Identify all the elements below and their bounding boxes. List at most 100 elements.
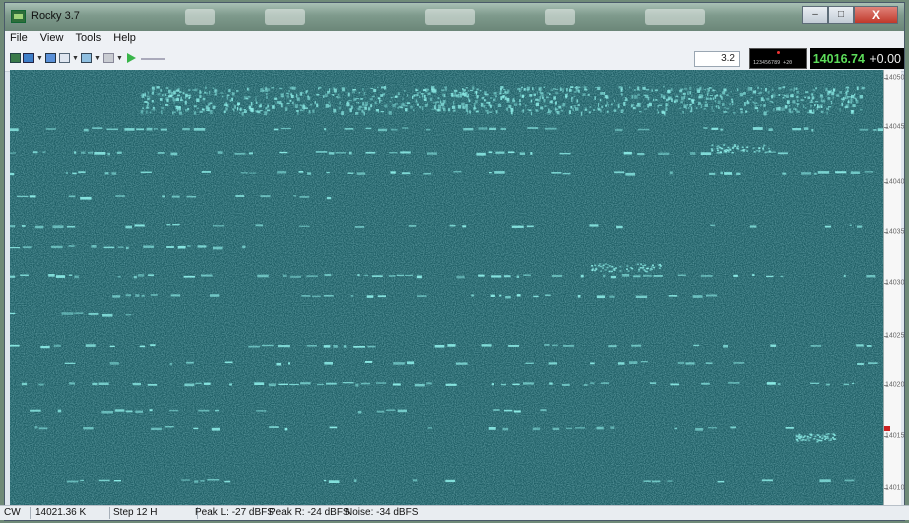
- signal-trace: [153, 128, 159, 130]
- signal-trace: [500, 383, 507, 386]
- start-icon[interactable]: [10, 53, 21, 63]
- filter-icon[interactable]: [103, 53, 114, 63]
- display-icon[interactable]: [59, 53, 70, 63]
- menu-tools[interactable]: Tools: [71, 31, 106, 44]
- signal-trace: [760, 88, 763, 90]
- signal-trace: [124, 128, 135, 131]
- signal-trace: [21, 382, 28, 386]
- frequency-display[interactable]: 14016.74 +0.00: [810, 48, 904, 69]
- tools-icon[interactable]: [81, 53, 92, 63]
- signal-trace: [151, 86, 155, 90]
- signal-trace: [830, 100, 832, 102]
- signal-trace: [152, 89, 155, 93]
- status-bar: CW 14021.36 K Step 12 H Peak L: -27 dBFS…: [0, 505, 909, 520]
- signal-trace: [116, 151, 122, 154]
- signal-trace: [187, 245, 191, 247]
- signal-trace: [608, 265, 611, 267]
- signal-trace: [727, 151, 730, 153]
- menu-view[interactable]: View: [35, 31, 68, 44]
- stop-icon[interactable]: [23, 53, 34, 63]
- signal-trace: [485, 107, 487, 109]
- signal-trace: [562, 103, 566, 107]
- signal-trace: [763, 99, 765, 102]
- signal-trace: [161, 94, 164, 97]
- chevron-down-icon[interactable]: ▼: [94, 55, 101, 62]
- signal-trace: [164, 93, 167, 97]
- signal-trace: [530, 111, 532, 116]
- scale-label: 14025: [885, 332, 905, 340]
- save-icon[interactable]: [45, 53, 56, 63]
- maximize-button[interactable]: □: [828, 6, 854, 24]
- minimize-button[interactable]: –: [802, 6, 828, 24]
- signal-trace: [197, 245, 207, 248]
- chevron-down-icon[interactable]: ▼: [36, 55, 43, 62]
- title-bar[interactable]: Rocky 3.7 – □ X: [5, 3, 904, 31]
- signal-trace: [809, 101, 813, 103]
- signal-trace: [821, 437, 824, 440]
- signal-trace: [180, 99, 184, 102]
- signal-trace: [647, 104, 649, 108]
- signal-trace: [832, 96, 834, 99]
- signal-trace: [861, 86, 865, 90]
- signal-trace: [796, 95, 799, 99]
- chevron-down-icon[interactable]: ▼: [116, 55, 123, 62]
- signal-trace: [274, 128, 279, 131]
- signal-trace: [551, 172, 562, 174]
- signal-trace: [815, 101, 818, 103]
- menu-help[interactable]: Help: [108, 31, 140, 44]
- signal-trace: [299, 225, 310, 227]
- signal-trace: [174, 92, 177, 94]
- signal-trace: [642, 87, 646, 90]
- signal-trace: [549, 100, 552, 104]
- signal-trace: [584, 108, 588, 111]
- signal-trace: [647, 97, 650, 101]
- signal-trace: [711, 150, 714, 152]
- signal-trace: [743, 92, 746, 95]
- signal-trace: [356, 101, 358, 103]
- signal-trace: [589, 224, 599, 227]
- signal-trace: [683, 95, 686, 99]
- zoom-field[interactable]: 3.2: [694, 51, 740, 67]
- signal-trace: [457, 104, 462, 109]
- signal-trace: [324, 361, 333, 365]
- signal-trace: [98, 382, 109, 385]
- chevron-down-icon[interactable]: ▼: [72, 55, 79, 62]
- signal-trace: [276, 362, 282, 366]
- signal-trace: [828, 106, 832, 108]
- signal-trace: [841, 102, 843, 106]
- close-button[interactable]: X: [854, 6, 898, 24]
- signal-trace: [23, 246, 32, 249]
- signal-trace: [378, 97, 380, 100]
- signal-trace: [255, 224, 264, 227]
- signal-trace: [472, 86, 475, 90]
- signal-trace: [407, 94, 409, 97]
- signal-trace: [455, 95, 457, 97]
- signal-trace: [493, 98, 496, 102]
- signal-trace: [415, 100, 418, 103]
- signal-trace: [517, 87, 520, 90]
- signal-trace: [235, 195, 245, 197]
- signal-trace: [637, 153, 645, 156]
- signal-trace: [813, 172, 817, 175]
- signal-trace: [166, 98, 169, 103]
- signal-trace: [323, 345, 331, 348]
- signal-trace: [764, 151, 767, 154]
- waterfall-display[interactable]: [10, 70, 883, 505]
- signal-trace: [277, 345, 290, 348]
- volume-slider[interactable]: [141, 58, 165, 60]
- signal-trace: [240, 172, 248, 174]
- signal-trace: [42, 151, 46, 153]
- signal-trace: [683, 88, 687, 90]
- menu-file[interactable]: File: [5, 31, 32, 44]
- signal-trace: [851, 110, 854, 113]
- signal-trace: [526, 225, 534, 228]
- signal-trace: [92, 382, 98, 386]
- signal-trace: [371, 95, 375, 98]
- signal-trace: [407, 361, 415, 365]
- tuning-marker[interactable]: [884, 426, 890, 431]
- play-icon[interactable]: [127, 53, 136, 63]
- signal-trace: [749, 225, 757, 228]
- signal-trace: [286, 92, 289, 94]
- signal-trace: [201, 274, 213, 277]
- signal-trace: [570, 105, 573, 109]
